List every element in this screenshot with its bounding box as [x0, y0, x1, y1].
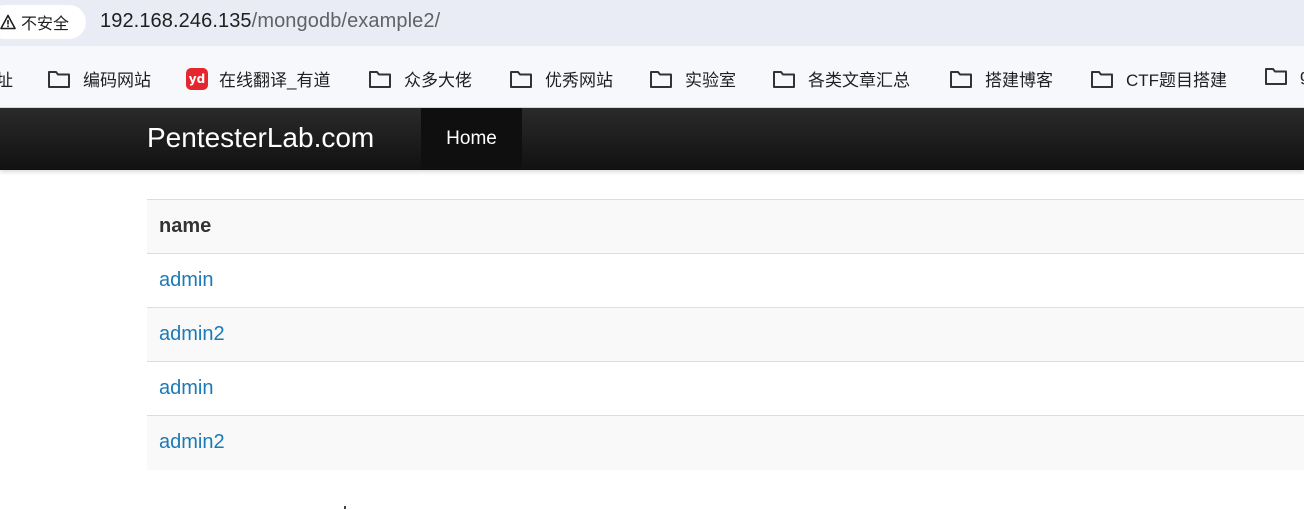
table-header-row: name — [147, 199, 1304, 254]
users-table: name admin admin2 admin admin2 — [147, 199, 1304, 470]
table-row: admin2 — [147, 307, 1304, 362]
youdao-icon: yd — [186, 67, 208, 90]
folder-icon — [949, 69, 973, 89]
bookmark-folder[interactable]: 编码网站 — [47, 66, 151, 91]
folder-icon — [772, 69, 796, 89]
bookmark-item[interactable]: 址 — [0, 66, 13, 91]
user-link[interactable]: admin — [159, 269, 213, 291]
column-header-name: name — [147, 199, 1304, 254]
brand-link[interactable]: PentesterLab.com — [147, 122, 374, 154]
security-indicator[interactable]: 不安全 — [0, 5, 86, 39]
bookmark-item[interactable]: yd 在线翻译_有道 — [186, 66, 330, 91]
bookmark-label: 编码网站 — [83, 71, 151, 90]
table-cell: admin2 — [147, 415, 1304, 470]
security-label: 不安全 — [21, 16, 70, 33]
bookmark-label: 址 — [0, 66, 13, 91]
bookmark-folder[interactable]: 众多大佬 — [368, 66, 472, 91]
bookmark-folder[interactable]: g — [1264, 66, 1304, 86]
bookmark-label: CTF题目搭建 — [1126, 71, 1228, 90]
table-cell: admin — [147, 253, 1304, 308]
site-navbar: PentesterLab.com Home — [0, 108, 1304, 170]
bookmark-folder[interactable]: 各类文章汇总 — [772, 66, 910, 91]
bookmark-label: 在线翻译_有道 — [219, 71, 331, 90]
bookmark-label: 优秀网站 — [545, 71, 613, 90]
address-bar[interactable]: 不安全 192.168.246.135/mongodb/example2/ — [0, 0, 1304, 46]
folder-icon — [509, 69, 533, 89]
bookmark-folder[interactable]: 搭建博客 — [949, 66, 1053, 91]
warning-icon — [0, 14, 16, 30]
url-text[interactable]: 192.168.246.135/mongodb/example2/ — [100, 10, 440, 33]
user-link[interactable]: admin2 — [159, 431, 225, 453]
user-link[interactable]: admin — [159, 377, 213, 399]
table-row: admin2 — [147, 415, 1304, 470]
table-row: admin — [147, 253, 1304, 308]
url-path: /mongodb/example2/ — [251, 10, 441, 32]
user-link[interactable]: admin2 — [159, 323, 225, 345]
folder-icon — [368, 69, 392, 89]
table-cell: admin — [147, 361, 1304, 416]
bookmark-folder[interactable]: 优秀网站 — [509, 66, 613, 91]
bookmark-label: g — [1300, 66, 1304, 86]
table-row: admin — [147, 361, 1304, 416]
bookmark-folder[interactable]: CTF题目搭建 — [1090, 66, 1227, 91]
bookmark-folder[interactable]: 实验室 — [649, 66, 736, 91]
bookmark-label: 搭建博客 — [985, 71, 1053, 90]
folder-icon — [47, 69, 71, 89]
folder-icon — [1090, 69, 1114, 89]
bookmark-label: 实验室 — [685, 71, 736, 90]
folder-icon — [649, 69, 673, 89]
bookmarks-bar: 址 编码网站 yd 在线翻译_有道 众多大佬 优秀网站 实验室 各类文章汇总 搭… — [0, 46, 1304, 108]
folder-icon — [1264, 66, 1288, 86]
table-cell: admin2 — [147, 307, 1304, 362]
url-host: 192.168.246.135 — [100, 10, 252, 32]
text-cursor — [344, 506, 346, 509]
nav-home-link[interactable]: Home — [421, 108, 522, 170]
bookmark-label: 众多大佬 — [404, 71, 472, 90]
bookmark-label: 各类文章汇总 — [808, 71, 910, 90]
